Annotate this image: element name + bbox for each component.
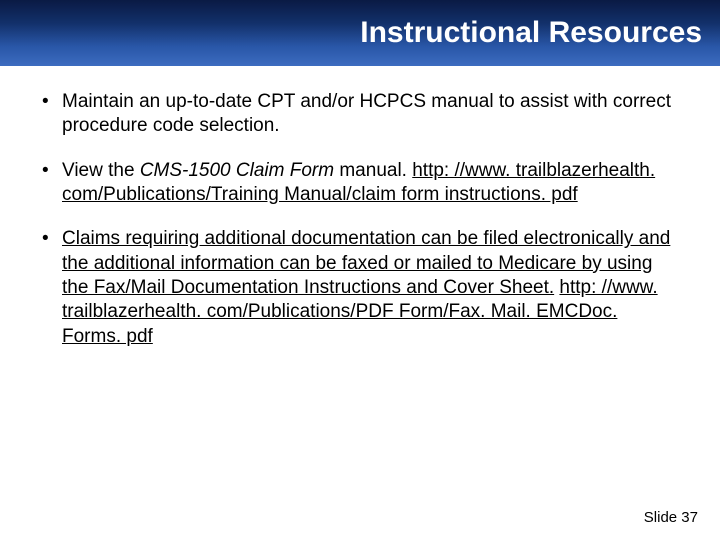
bullet-item: Claims requiring additional documentatio…	[40, 227, 680, 349]
slide-content: Maintain an up-to-date CPT and/or HCPCS …	[0, 66, 720, 349]
slide-number: Slide 37	[644, 509, 698, 526]
title-bar: Instructional Resources	[0, 0, 720, 66]
bullet-text-post: manual.	[334, 160, 412, 181]
bullet-text-italic: CMS-1500 Claim Form	[140, 160, 334, 181]
bullet-item: View the CMS-1500 Claim Form manual. htt…	[40, 159, 680, 208]
bullet-text-pre: View the	[62, 160, 140, 181]
slide-title: Instructional Resources	[360, 16, 702, 50]
bullet-item: Maintain an up-to-date CPT and/or HCPCS …	[40, 90, 680, 139]
bullet-list: Maintain an up-to-date CPT and/or HCPCS …	[40, 90, 680, 349]
bullet-text: Maintain an up-to-date CPT and/or HCPCS …	[62, 91, 671, 136]
